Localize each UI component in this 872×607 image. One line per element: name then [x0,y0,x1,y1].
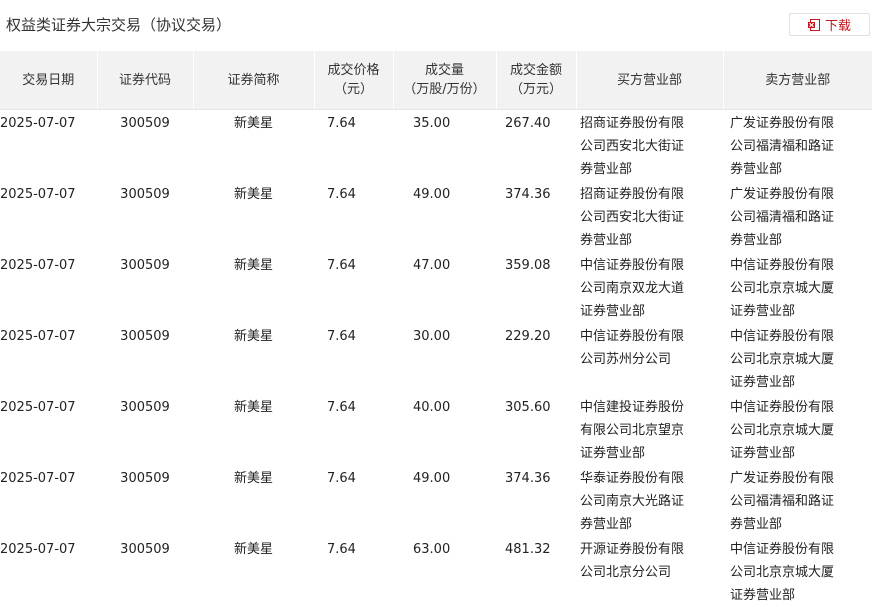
cell-amount: 267.40 [496,110,576,182]
header-seller-branch-line: 卖方营业部 [724,71,872,90]
header-security-code-line: 证券代码 [98,71,193,90]
cell-security-name: 新美星 [193,110,314,182]
cell-seller-branch: 广发证券股份有限公司福清福和路证券营业部 [723,181,872,252]
table-row: 2025-07-07300509新美星7.6435.00267.40招商证券股份… [0,110,872,182]
header-security-code: 证券代码 [97,51,193,110]
page-header: 权益类证券大宗交易（协议交易） 下载 [0,0,872,50]
header-trade-date: 交易日期 [0,51,97,110]
cell-seller-branch: 广发证券股份有限公司福清福和路证券营业部 [723,465,872,536]
cell-seller-branch: 中信证券股份有限公司北京京城大厦证券营业部 [723,536,872,607]
cell-security-name: 新美星 [193,181,314,252]
header-volume: 成交量（万股/万份） [393,51,496,110]
cell-amount: 359.08 [496,252,576,323]
download-label: 下载 [825,15,851,34]
cell-security-name: 新美星 [193,536,314,607]
cell-buyer-branch: 中信建投证券股份有限公司北京望京证券营业部 [576,394,723,465]
cell-security-code: 300509 [97,394,193,465]
cell-amount: 481.32 [496,536,576,607]
header-volume-line: 成交量 [394,61,496,80]
cell-trade-date: 2025-07-07 [0,252,97,323]
cell-security-name: 新美星 [193,394,314,465]
header-price-line: 成交价格 [315,61,393,80]
cell-price: 7.64 [314,252,393,323]
cell-volume: 35.00 [393,110,496,182]
cell-amount: 305.60 [496,394,576,465]
table-row: 2025-07-07300509新美星7.6463.00481.32开源证券股份… [0,536,872,607]
cell-volume: 47.00 [393,252,496,323]
cell-buyer-branch: 中信证券股份有限公司南京双龙大道证券营业部 [576,252,723,323]
header-volume-line: （万股/万份） [394,80,496,99]
cell-security-code: 300509 [97,465,193,536]
cell-volume: 49.00 [393,465,496,536]
table-row: 2025-07-07300509新美星7.6449.00374.36华泰证券股份… [0,465,872,536]
cell-buyer-branch: 华泰证券股份有限公司南京大光路证券营业部 [576,465,723,536]
cell-trade-date: 2025-07-07 [0,536,97,607]
header-buyer-branch-line: 买方营业部 [577,71,723,90]
cell-seller-branch: 中信证券股份有限公司北京京城大厦证券营业部 [723,252,872,323]
cell-security-code: 300509 [97,110,193,182]
header-seller-branch: 卖方营业部 [723,51,872,110]
header-amount-line: 成交金额 [497,61,576,80]
cell-volume: 40.00 [393,394,496,465]
cell-security-code: 300509 [97,181,193,252]
cell-security-code: 300509 [97,323,193,394]
cell-amount: 374.36 [496,465,576,536]
cell-buyer-branch: 开源证券股份有限公司北京分公司 [576,536,723,607]
header-price: 成交价格（元） [314,51,393,110]
cell-volume: 63.00 [393,536,496,607]
header-trade-date-line: 交易日期 [0,71,97,90]
cell-volume: 30.00 [393,323,496,394]
cell-security-name: 新美星 [193,252,314,323]
table-row: 2025-07-07300509新美星7.6430.00229.20中信证券股份… [0,323,872,394]
header-security-name-line: 证券简称 [194,71,314,90]
cell-seller-branch: 广发证券股份有限公司福清福和路证券营业部 [723,110,872,182]
cell-buyer-branch: 招商证券股份有限公司西安北大街证券营业部 [576,181,723,252]
cell-security-name: 新美星 [193,323,314,394]
header-buyer-branch: 买方营业部 [576,51,723,110]
cell-buyer-branch: 招商证券股份有限公司西安北大街证券营业部 [576,110,723,182]
cell-price: 7.64 [314,110,393,182]
page-title: 权益类证券大宗交易（协议交易） [6,14,231,35]
download-button[interactable]: 下载 [789,13,870,36]
excel-file-icon [808,19,820,31]
cell-trade-date: 2025-07-07 [0,465,97,536]
cell-buyer-branch: 中信证券股份有限公司苏州分公司 [576,323,723,394]
header-amount-line: （万元） [497,80,576,99]
cell-trade-date: 2025-07-07 [0,181,97,252]
cell-price: 7.64 [314,465,393,536]
cell-price: 7.64 [314,181,393,252]
table-header-row: 交易日期证券代码证券简称成交价格（元）成交量（万股/万份）成交金额（万元）买方营… [0,51,872,110]
cell-trade-date: 2025-07-07 [0,110,97,182]
cell-trade-date: 2025-07-07 [0,323,97,394]
cell-seller-branch: 中信证券股份有限公司北京京城大厦证券营业部 [723,323,872,394]
cell-price: 7.64 [314,536,393,607]
cell-price: 7.64 [314,323,393,394]
cell-seller-branch: 中信证券股份有限公司北京京城大厦证券营业部 [723,394,872,465]
cell-volume: 49.00 [393,181,496,252]
cell-trade-date: 2025-07-07 [0,394,97,465]
cell-amount: 229.20 [496,323,576,394]
table-row: 2025-07-07300509新美星7.6440.00305.60中信建投证券… [0,394,872,465]
table-row: 2025-07-07300509新美星7.6449.00374.36招商证券股份… [0,181,872,252]
header-amount: 成交金额（万元） [496,51,576,110]
header-security-name: 证券简称 [193,51,314,110]
table-row: 2025-07-07300509新美星7.6447.00359.08中信证券股份… [0,252,872,323]
cell-price: 7.64 [314,394,393,465]
cell-security-code: 300509 [97,536,193,607]
header-price-line: （元） [315,80,393,99]
block-trade-table: 交易日期证券代码证券简称成交价格（元）成交量（万股/万份）成交金额（万元）买方营… [0,51,872,607]
cell-security-name: 新美星 [193,465,314,536]
cell-security-code: 300509 [97,252,193,323]
cell-amount: 374.36 [496,181,576,252]
